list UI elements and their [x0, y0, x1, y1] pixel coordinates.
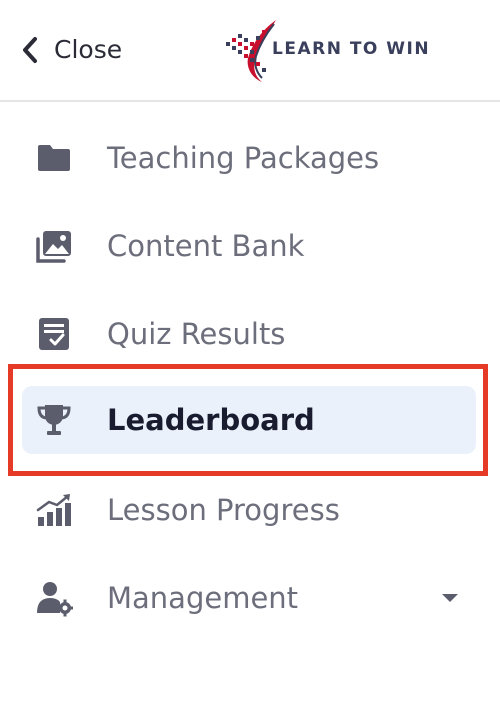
user-gear-icon	[34, 578, 74, 618]
close-label: Close	[54, 35, 123, 64]
nav-item-label: Management	[107, 581, 299, 615]
trophy-icon	[34, 400, 74, 440]
nav-item-teaching-packages[interactable]: Teaching Packages	[22, 124, 476, 192]
bar-chart-trend-icon	[34, 490, 74, 530]
nav-item-label: Quiz Results	[107, 317, 286, 351]
nav-item-label: Content Bank	[107, 229, 305, 263]
clipboard-check-icon	[34, 314, 74, 354]
nav-item-label: Leaderboard	[107, 403, 315, 437]
nav-item-lesson-progress[interactable]: Lesson Progress	[22, 476, 476, 544]
learn-to-win-logo: LEARN TO WIN	[222, 18, 457, 84]
images-stack-icon	[34, 226, 74, 266]
nav-item-content-bank[interactable]: Content Bank	[22, 212, 476, 280]
nav-item-label: Teaching Packages	[107, 141, 380, 175]
nav-item-management[interactable]: Management	[22, 564, 476, 632]
folder-icon	[34, 138, 74, 178]
nav-item-quiz-results[interactable]: Quiz Results	[22, 300, 476, 368]
chevron-left-icon	[23, 37, 37, 63]
caret-down-icon[interactable]	[440, 591, 460, 605]
logo-text: LEARN TO WIN	[272, 39, 431, 59]
sidebar-header: Close LEARN TO WIN	[0, 0, 500, 102]
nav-item-leaderboard[interactable]: Leaderboard	[22, 386, 476, 454]
close-button[interactable]: Close	[20, 34, 122, 66]
nav-item-label: Lesson Progress	[107, 493, 340, 527]
